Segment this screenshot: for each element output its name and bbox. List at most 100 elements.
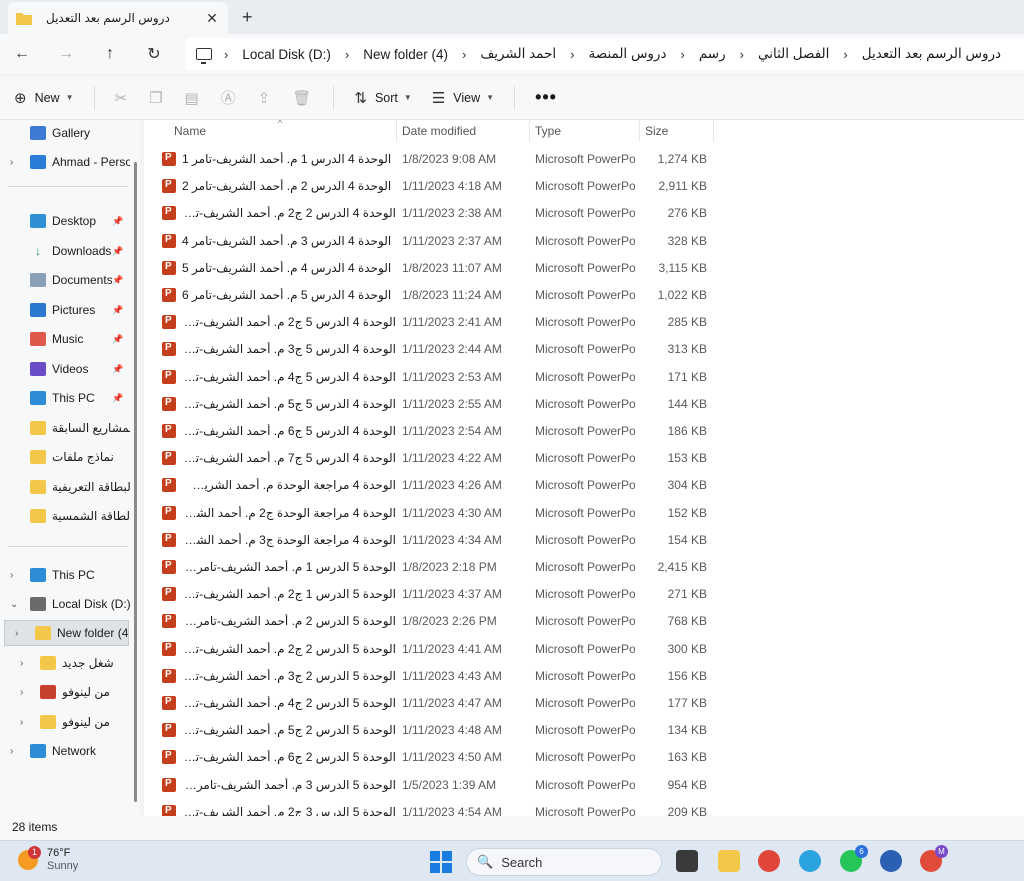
table-row[interactable]: الوحدة 5 الدرس 2 ج5 م. أحمد الشريف-تامر …: [144, 717, 1024, 744]
file-name-cell[interactable]: الوحدة 5 الدرس 1 م. أحمد الشريف-تامر 16: [162, 560, 398, 574]
sidebar-item-local-disk[interactable]: ⌄ Local Disk (D:): [0, 591, 130, 617]
table-row[interactable]: الوحدة 4 الدرس 5 ج5 م. أحمد الشريف-تامر …: [144, 391, 1024, 418]
table-row[interactable]: الوحدة 5 الدرس 1 ج2 م. أحمد الشريف-تامر …: [144, 581, 1024, 608]
sidebar-item-pictures[interactable]: Pictures 📌: [0, 297, 130, 323]
file-name-cell[interactable]: الوحدة 5 الدرس 2 ج5 م. أحمد الشريف-تامر …: [162, 723, 398, 738]
up-button[interactable]: ↑: [88, 45, 132, 63]
this-pc-icon[interactable]: [196, 48, 212, 64]
table-row[interactable]: الوحدة 4 مراجعة الوحدة م. أحمد الشريف 13…: [144, 472, 1024, 499]
file-name-cell[interactable]: الوحدة 4 مراجعة الوحدة م. أحمد الشريف 13…: [162, 478, 398, 493]
sidebar-item-from-lenovo-2[interactable]: › من لينوفو: [10, 709, 140, 735]
column-divider[interactable]: [529, 120, 530, 142]
table-row[interactable]: الوحدة 4 الدرس 5 ج2 م. أحمد الشريف-تامر …: [144, 309, 1024, 336]
file-name-cell[interactable]: الوحدة 4 مراجعة الوحدة ج2 م. أحمد الشر 1…: [162, 505, 398, 520]
breadcrumb-separator[interactable]: ›: [674, 47, 690, 62]
table-row[interactable]: الوحدة 4 الدرس 1 م. أحمد الشريف-تامر 1 1/…: [144, 146, 1024, 173]
file-name-cell[interactable]: الوحدة 4 الدرس 5 ج2 م. أحمد الشريف-تامر …: [162, 315, 398, 330]
address-bar[interactable]: › Local Disk (D:) › New folder (4) › احم…: [186, 38, 1024, 70]
file-name-cell[interactable]: الوحدة 4 الدرس 2 م. أحمد الشريف-تامر 2: [162, 179, 398, 194]
column-divider[interactable]: [396, 120, 397, 142]
file-name-cell[interactable]: الوحدة 5 الدرس 2 ج3 م. أحمد الشريف-تامر …: [162, 668, 398, 683]
column-header-type[interactable]: Type: [535, 120, 561, 142]
table-row[interactable]: الوحدة 5 الدرس 2 م. أحمد الشريف-تامر 18 1…: [144, 608, 1024, 635]
view-button[interactable]: ☰ View ▼: [432, 89, 494, 107]
file-name-cell[interactable]: الوحدة 4 الدرس 5 ج4 م. أحمد الشريف-تامر …: [162, 369, 398, 384]
table-row[interactable]: الوحدة 5 الدرس 2 ج3 م. أحمد الشريف-تامر …: [144, 663, 1024, 690]
file-name-cell[interactable]: الوحدة 4 الدرس 1 م. أحمد الشريف-تامر 1: [162, 152, 398, 166]
table-row[interactable]: الوحدة 5 الدرس 1 م. أحمد الشريف-تامر 16 1…: [144, 554, 1024, 581]
file-name-cell[interactable]: الوحدة 5 الدرس 2 ج2 م. أحمد الشريف-تامر …: [162, 641, 398, 656]
file-name-cell[interactable]: الوحدة 4 الدرس 5 ج3 م. أحمد الشريف-تامر …: [162, 342, 398, 357]
new-button[interactable]: ⊕ New ▼: [14, 89, 74, 107]
table-row[interactable]: الوحدة 5 الدرس 3 م. أحمد الشريف-تامر 24 1…: [144, 772, 1024, 799]
refresh-button[interactable]: ↻: [132, 44, 176, 64]
file-name-cell[interactable]: الوحدة 4 الدرس 5 ج5 م. أحمد الشريف-تامر …: [162, 396, 398, 411]
table-row[interactable]: الوحدة 5 الدرس 2 ج2 م. أحمد الشريف-تامر …: [144, 636, 1024, 663]
table-row[interactable]: الوحدة 4 الدرس 5 ج4 م. أحمد الشريف-تامر …: [144, 364, 1024, 391]
share-icon[interactable]: ⇪: [258, 89, 271, 107]
sidebar-item-folder-id-card[interactable]: البطاقة التعريفية: [0, 474, 130, 500]
breadcrumb-separator[interactable]: ›: [564, 47, 580, 62]
column-header-name[interactable]: Name: [174, 120, 206, 142]
column-header-size[interactable]: Size: [645, 120, 668, 142]
table-row[interactable]: الوحدة 5 الدرس 2 ج6 م. أحمد الشريف-تامر …: [144, 744, 1024, 771]
breadcrumb-separator[interactable]: ›: [734, 47, 750, 62]
chevron-right-icon[interactable]: ›: [15, 628, 27, 639]
weather-widget[interactable]: 1 76°F Sunny: [18, 846, 78, 873]
forward-button[interactable]: →: [44, 45, 88, 63]
sidebar-item-desktop[interactable]: Desktop 📌: [0, 208, 130, 234]
telegram-app-icon[interactable]: [799, 850, 821, 872]
file-name-cell[interactable]: الوحدة 4 الدرس 4 م. أحمد الشريف-تامر 5: [162, 260, 398, 275]
chevron-right-icon[interactable]: ›: [10, 570, 22, 581]
sidebar-item-onedrive[interactable]: › Ahmad - Personal: [0, 149, 130, 175]
start-button[interactable]: [430, 851, 452, 873]
chevron-right-icon[interactable]: ›: [10, 746, 22, 757]
table-row[interactable]: الوحدة 4 الدرس 5 ج6 م. أحمد الشريف-تامر …: [144, 418, 1024, 445]
breadcrumb-second-term[interactable]: الفصل الثاني: [750, 46, 837, 62]
file-name-cell[interactable]: الوحدة 5 الدرس 1 ج2 م. أحمد الشريف-تامر …: [162, 587, 398, 602]
table-row[interactable]: الوحدة 4 الدرس 5 ج3 م. أحمد الشريف-تامر …: [144, 336, 1024, 363]
new-tab-button[interactable]: +: [242, 7, 253, 28]
breadcrumb-separator[interactable]: ›: [456, 47, 472, 62]
chrome-app-icon[interactable]: [758, 850, 780, 872]
back-button[interactable]: ←: [0, 45, 44, 63]
paste-icon[interactable]: ▤: [185, 89, 199, 107]
table-row[interactable]: الوحدة 4 مراجعة الوحدة ج2 م. أحمد الشر 1…: [144, 500, 1024, 527]
file-name-cell[interactable]: الوحدة 4 الدرس 3 م. أحمد الشريف-تامر 4: [162, 233, 398, 248]
column-header-date[interactable]: Date modified: [402, 120, 476, 142]
table-row[interactable]: الوحدة 4 الدرس 5 ج7 م. أحمد الشريف-تامر …: [144, 445, 1024, 472]
file-name-cell[interactable]: الوحدة 5 الدرس 2 م. أحمد الشريف-تامر 18: [162, 614, 398, 629]
file-name-cell[interactable]: الوحدة 5 الدرس 2 ج6 م. أحمد الشريف-تامر …: [162, 750, 398, 765]
sidebar-item-new-work[interactable]: › شغل جديد: [10, 650, 140, 676]
sidebar-item-documents[interactable]: Documents 📌: [0, 267, 130, 293]
table-row[interactable]: الوحدة 4 الدرس 4 م. أحمد الشريف-تامر 5 1/…: [144, 255, 1024, 282]
file-name-cell[interactable]: الوحدة 4 الدرس 5 م. أحمد الشريف-تامر 6: [162, 288, 398, 302]
file-name-cell[interactable]: الوحدة 5 الدرس 2 ج4 م. أحمد الشريف-تامر …: [162, 696, 398, 710]
file-name-cell[interactable]: الوحدة 4 الدرس 5 ج7 م. أحمد الشريف-تامر …: [162, 451, 398, 466]
table-row[interactable]: الوحدة 4 الدرس 3 م. أحمد الشريف-تامر 4 1/…: [144, 228, 1024, 255]
file-name-cell[interactable]: الوحدة 4 مراجعة الوحدة ج3 م. أحمد الشر 1…: [162, 532, 398, 547]
breadcrumb-platform-lessons[interactable]: دروس المنصة: [581, 46, 675, 62]
rename-icon[interactable]: Ⓐ: [221, 87, 236, 108]
sidebar-item-new-folder-4[interactable]: › New folder (4): [4, 620, 129, 646]
file-name-cell[interactable]: الوحدة 5 الدرس 3 ج2 م. أحمد الشريف-تامر …: [162, 804, 398, 816]
breadcrumb-ahmed[interactable]: احمد الشريف: [472, 46, 564, 62]
sidebar-scrollbar[interactable]: [134, 162, 137, 802]
sidebar-item-folder-previous-projects[interactable]: المشاريع السابقة: [0, 415, 130, 441]
column-divider[interactable]: [639, 120, 640, 142]
table-row[interactable]: الوحدة 5 الدرس 2 ج4 م. أحمد الشريف-تامر …: [144, 690, 1024, 717]
close-tab-icon[interactable]: ✕: [204, 10, 220, 27]
browser-app-icon[interactable]: [880, 850, 902, 872]
sidebar-item-music[interactable]: Music 📌: [0, 326, 130, 352]
breadcrumb-current-folder[interactable]: دروس الرسم بعد التعديل: [854, 46, 1009, 62]
breadcrumb-separator[interactable]: ›: [218, 47, 234, 62]
sidebar-item-gallery[interactable]: Gallery: [0, 120, 130, 146]
file-name-cell[interactable]: الوحدة 4 الدرس 2 ج2 م. أحمد الشريف-تامر …: [162, 206, 398, 221]
table-row[interactable]: الوحدة 4 الدرس 5 م. أحمد الشريف-تامر 6 1/…: [144, 282, 1024, 309]
chevron-right-icon[interactable]: ›: [20, 658, 32, 669]
whatsapp-app-icon[interactable]: 6: [840, 845, 868, 872]
delete-icon[interactable]: 🗑: [292, 89, 311, 107]
chevron-right-icon[interactable]: ›: [20, 717, 32, 728]
chevron-right-icon[interactable]: ›: [10, 157, 22, 168]
copy-icon[interactable]: ❐: [149, 89, 162, 107]
